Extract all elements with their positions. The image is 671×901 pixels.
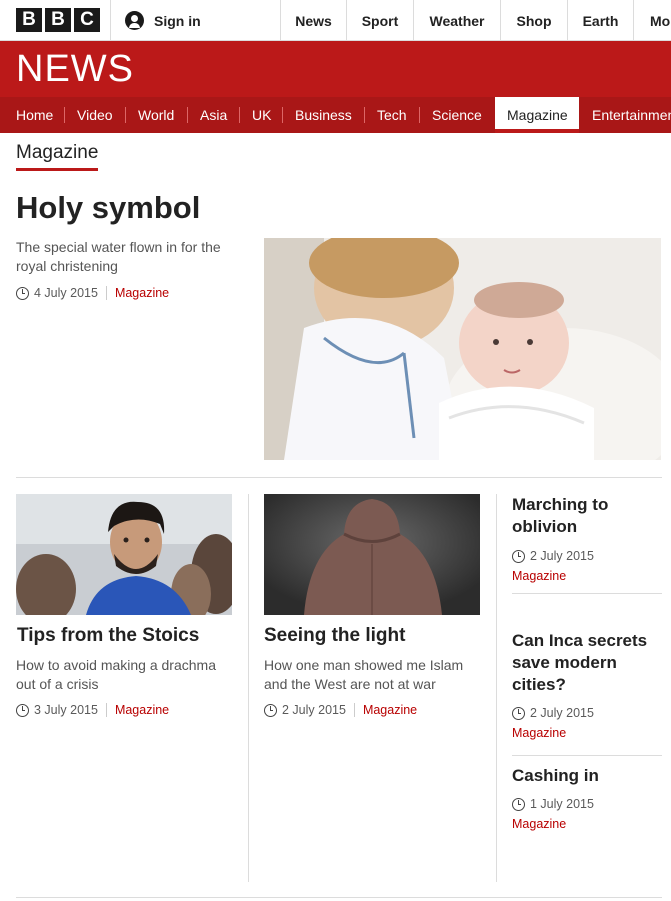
section-entertainment[interactable]: Entertainmen xyxy=(592,97,671,133)
story-divider xyxy=(512,755,662,756)
hooded-figure-photo xyxy=(264,494,480,615)
top-nav-weather[interactable]: Weather xyxy=(413,0,500,41)
logo-block: C xyxy=(74,8,100,32)
card-meta-stoics: 3 July 2015 Magazine xyxy=(16,703,169,717)
card-image-stoics[interactable] xyxy=(16,494,232,615)
column-divider xyxy=(248,494,249,882)
nav-divider xyxy=(64,107,65,123)
side-story-title[interactable]: Can Inca secrets save modern cities? xyxy=(512,630,662,696)
clock-icon xyxy=(16,703,29,717)
baby-and-toddler-photo xyxy=(264,238,661,460)
side-story-meta: 2 July 2015 xyxy=(512,549,603,563)
nav-divider xyxy=(419,107,420,123)
top-nav-more[interactable]: Mor xyxy=(633,0,671,41)
section-asia[interactable]: Asia xyxy=(200,97,227,133)
section-tag-link[interactable]: Magazine xyxy=(512,726,566,740)
nav-divider xyxy=(364,107,365,123)
sign-in-label: Sign in xyxy=(154,12,201,29)
publish-date: 1 July 2015 xyxy=(530,797,594,811)
sign-in-button[interactable]: Sign in xyxy=(110,0,280,41)
bottom-divider xyxy=(16,897,662,898)
page-title: Magazine xyxy=(16,142,99,171)
publish-date: 2 July 2015 xyxy=(282,703,346,717)
publish-date: 2 July 2015 xyxy=(530,706,594,720)
clock-icon xyxy=(16,286,29,300)
card-image-light[interactable] xyxy=(264,494,480,615)
section-tag-link[interactable]: Magazine xyxy=(105,286,169,300)
section-home[interactable]: Home xyxy=(16,97,53,133)
side-story-meta: 2 July 2015 xyxy=(512,706,603,720)
clock-icon xyxy=(264,703,277,717)
nav-divider xyxy=(239,107,240,123)
top-story-summary: The special water flown in for the royal… xyxy=(16,239,221,274)
section-video[interactable]: Video xyxy=(77,97,113,133)
top-story-image[interactable] xyxy=(264,238,661,460)
section-magazine[interactable]: Magazine xyxy=(495,97,579,133)
top-nav-shop[interactable]: Shop xyxy=(500,0,567,41)
nav-divider xyxy=(187,107,188,123)
section-uk[interactable]: UK xyxy=(252,97,271,133)
column-divider xyxy=(496,494,497,882)
top-nav-earth[interactable]: Earth xyxy=(567,0,633,41)
clock-icon xyxy=(512,549,525,563)
side-story-meta: 1 July 2015 xyxy=(512,797,603,811)
logo-block: B xyxy=(45,8,71,32)
publish-date: 2 July 2015 xyxy=(530,549,594,563)
top-story-meta: 4 July 2015 Magazine xyxy=(16,286,169,300)
section-navigation: Home Video World Asia UK Business Tech S… xyxy=(0,97,671,133)
top-nav-news[interactable]: News xyxy=(280,0,346,41)
user-icon xyxy=(125,11,144,30)
card-summary-stoics: How to avoid making a drachma out of a c… xyxy=(16,657,216,692)
card-meta-light: 2 July 2015 Magazine xyxy=(264,703,417,717)
section-tag-link[interactable]: Magazine xyxy=(512,817,566,831)
card-summary-light: How one man showed me Islam and the West… xyxy=(264,657,464,692)
card-title-light[interactable]: Seeing the light xyxy=(264,625,405,647)
section-world[interactable]: World xyxy=(138,97,174,133)
clock-icon xyxy=(512,797,525,811)
side-story-title[interactable]: Marching to oblivion xyxy=(512,494,662,538)
man-in-crowd-photo xyxy=(16,494,232,615)
logo-block: B xyxy=(16,8,42,32)
top-nav-sport[interactable]: Sport xyxy=(346,0,413,41)
publish-date: 3 July 2015 xyxy=(34,703,98,717)
section-divider xyxy=(16,477,662,478)
nav-divider xyxy=(282,107,283,123)
nav-divider xyxy=(125,107,126,123)
side-story-title[interactable]: Cashing in xyxy=(512,765,662,787)
news-wordmark[interactable]: NEWS xyxy=(16,50,134,88)
section-tag-link[interactable]: Magazine xyxy=(353,703,417,717)
section-tech[interactable]: Tech xyxy=(377,97,407,133)
top-story-title[interactable]: Holy symbol xyxy=(16,190,200,226)
clock-icon xyxy=(512,706,525,720)
news-banner: NEWS xyxy=(0,41,671,97)
masthead-bar: B B C Sign in News Sport Weather Shop Ea… xyxy=(0,0,671,41)
bbc-logo[interactable]: B B C xyxy=(16,8,100,32)
story-divider xyxy=(512,593,662,594)
card-title-stoics[interactable]: Tips from the Stoics xyxy=(17,625,199,647)
section-science[interactable]: Science xyxy=(432,97,482,133)
publish-date: 4 July 2015 xyxy=(34,286,98,300)
section-tag-link[interactable]: Magazine xyxy=(512,569,566,583)
section-business[interactable]: Business xyxy=(295,97,352,133)
section-tag-link[interactable]: Magazine xyxy=(105,703,169,717)
top-navigation: News Sport Weather Shop Earth Mor xyxy=(280,0,671,41)
